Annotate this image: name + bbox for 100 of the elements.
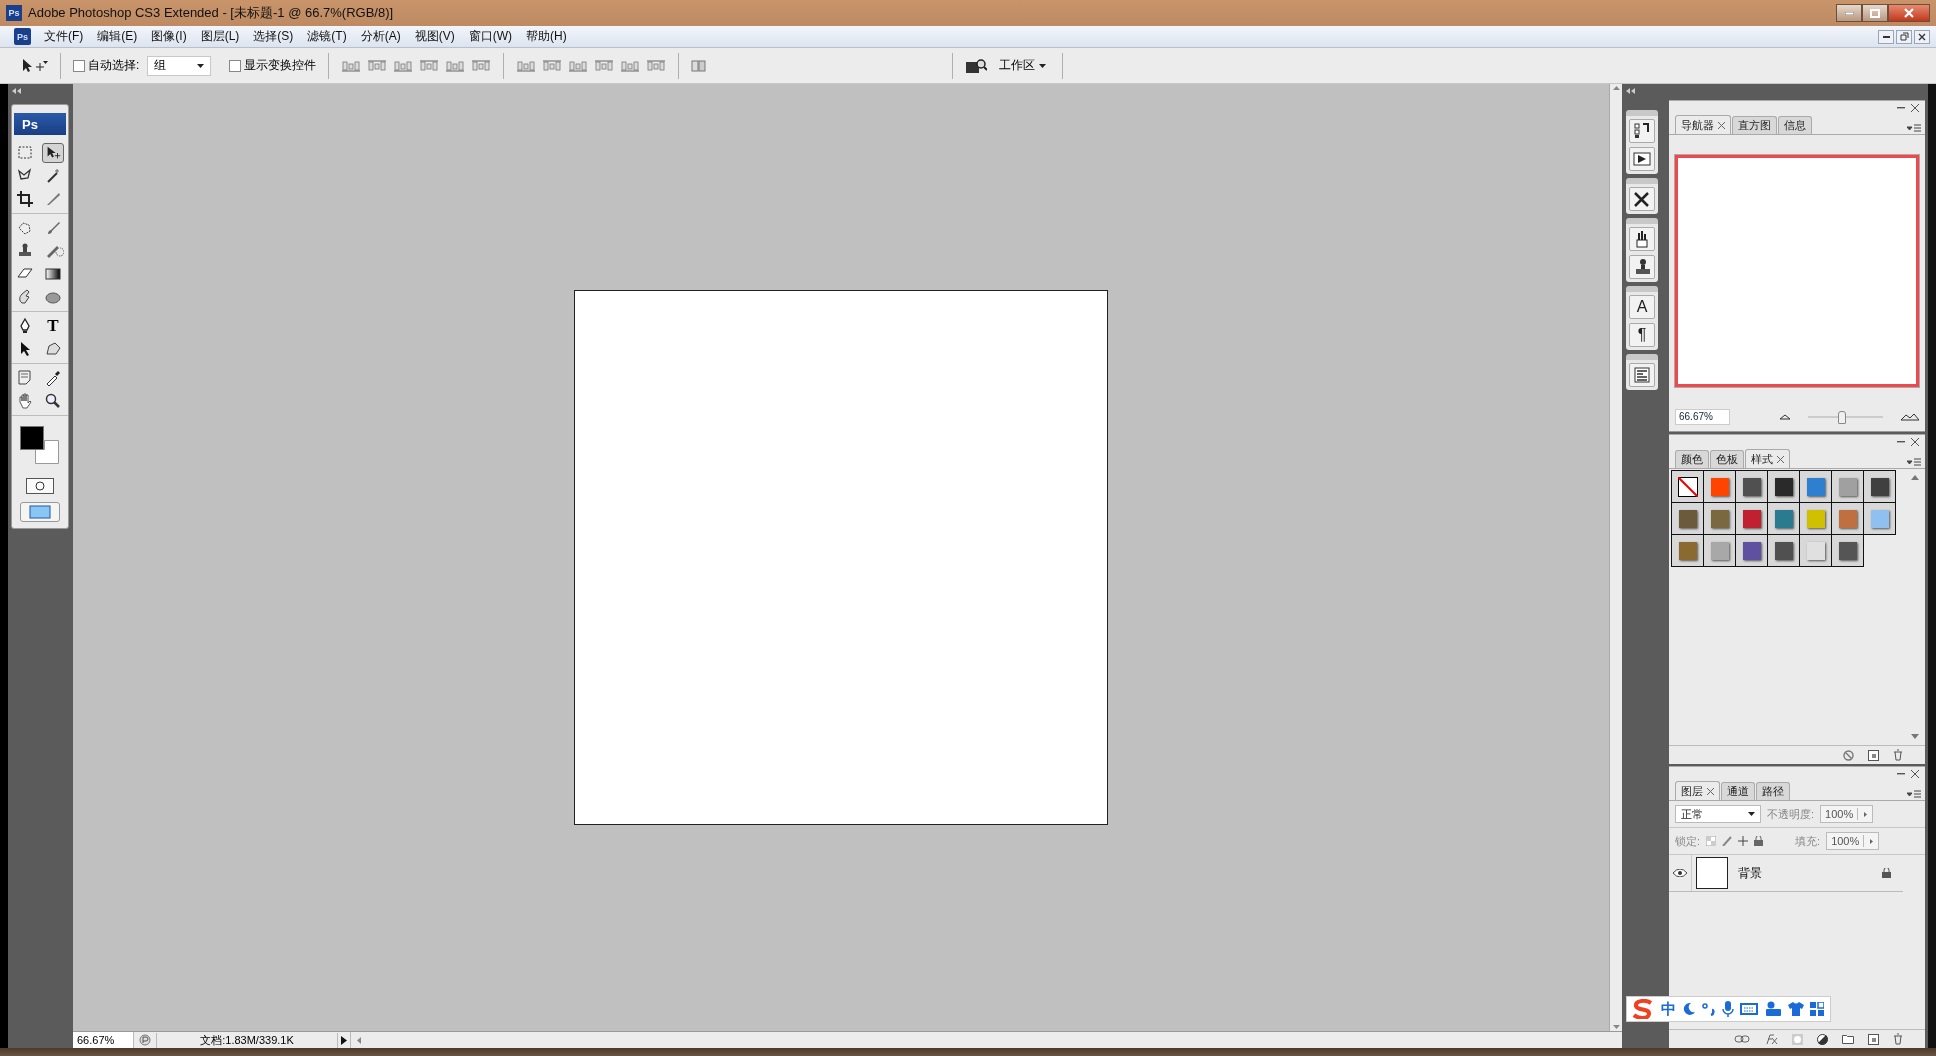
layer-row[interactable]: 背景: [1669, 855, 1903, 892]
input-mode-toggle[interactable]: 中: [1661, 999, 1676, 1019]
new-item-icon[interactable]: [1868, 1033, 1879, 1045]
close-icon[interactable]: [1911, 104, 1919, 112]
align-icon[interactable]: [367, 58, 388, 73]
type-tool[interactable]: T: [42, 316, 64, 336]
close-button[interactable]: [1888, 4, 1930, 22]
menu-item[interactable]: 窗口(W): [461, 28, 519, 45]
tools-panel-button[interactable]: [1629, 187, 1655, 211]
close-icon[interactable]: [1911, 770, 1919, 778]
link-icon[interactable]: [1734, 1035, 1750, 1043]
ime-logo-icon[interactable]: [1631, 999, 1655, 1019]
menu-item[interactable]: 图像(I): [144, 28, 194, 45]
history-panel-button[interactable]: [1629, 119, 1655, 143]
style-swatch[interactable]: [1838, 541, 1857, 560]
style-swatch[interactable]: [1838, 509, 1857, 528]
style-swatch[interactable]: [1742, 541, 1761, 560]
style-swatch[interactable]: [1870, 477, 1889, 496]
style-swatch[interactable]: [1806, 541, 1825, 560]
style-swatch[interactable]: [1774, 541, 1793, 560]
style-swatch[interactable]: [1806, 477, 1825, 496]
play-icon[interactable]: [341, 1035, 347, 1045]
collapse-icon[interactable]: [12, 88, 21, 94]
folder-icon[interactable]: [1842, 1034, 1854, 1044]
align-icon[interactable]: [341, 58, 362, 73]
close-icon[interactable]: [1718, 121, 1725, 129]
scroll-down-icon[interactable]: [1612, 1025, 1620, 1029]
panel-menu-icon[interactable]: [1907, 458, 1921, 467]
menu-item[interactable]: 视图(V): [407, 28, 462, 45]
checkbox[interactable]: [73, 59, 85, 72]
style-swatch[interactable]: [1678, 509, 1697, 528]
blend-mode-dropdown[interactable]: 正常: [1675, 805, 1761, 823]
style-swatch[interactable]: [1678, 541, 1697, 560]
style-swatch[interactable]: [1742, 477, 1761, 496]
fill-field[interactable]: 100%: [1826, 832, 1880, 850]
panel-tab[interactable]: 色板: [1710, 450, 1744, 468]
style-swatch[interactable]: [1710, 509, 1729, 528]
panel-tab[interactable]: 路径: [1756, 782, 1790, 800]
trash-icon[interactable]: [1893, 1033, 1903, 1045]
align-icon[interactable]: [393, 58, 414, 73]
brushes-panel-button[interactable]: [1629, 227, 1655, 251]
grid-icon[interactable]: [1810, 1002, 1824, 1016]
panel-tab[interactable]: 图层: [1675, 781, 1720, 800]
align-icon[interactable]: [646, 58, 667, 73]
keyboard-icon[interactable]: [1740, 1003, 1758, 1015]
adjustment-icon[interactable]: [1817, 1033, 1828, 1045]
align-icon[interactable]: [516, 58, 537, 73]
crop-icon[interactable]: [14, 189, 36, 209]
style-swatch[interactable]: [1774, 477, 1793, 496]
panel-tab[interactable]: 样式: [1745, 449, 1790, 468]
style-swatch[interactable]: [1710, 541, 1729, 560]
user-icon[interactable]: [1764, 1001, 1782, 1017]
opacity-field[interactable]: 100%: [1820, 805, 1874, 823]
eye-icon[interactable]: [1673, 869, 1687, 877]
menu-item[interactable]: 分析(A): [353, 28, 408, 45]
expand-icon[interactable]: [1626, 88, 1635, 94]
close-icon[interactable]: [1911, 438, 1919, 446]
move-tool-icon[interactable]: [22, 58, 48, 73]
effects-icon[interactable]: [1764, 1033, 1778, 1045]
zoom-field[interactable]: 66.67%: [73, 1032, 134, 1048]
move-icon[interactable]: [42, 143, 64, 163]
menu-item[interactable]: 选择(S): [246, 28, 301, 45]
stepper-arrow-icon[interactable]: [1863, 811, 1867, 817]
minimize-button[interactable]: [1836, 4, 1862, 22]
panel-tab[interactable]: 通道: [1721, 782, 1755, 800]
target-dropdown[interactable]: 组: [147, 55, 212, 76]
panel-tab[interactable]: 导航器: [1675, 115, 1731, 134]
status-icon[interactable]: [139, 1034, 151, 1046]
panel-tab[interactable]: 信息: [1778, 116, 1812, 134]
clear-icon[interactable]: [1843, 749, 1854, 761]
scroll-up-icon[interactable]: [1911, 475, 1919, 480]
scroll-left-icon[interactable]: [357, 1036, 361, 1044]
paragraph-panel-button[interactable]: ¶: [1629, 323, 1655, 347]
zoom-field[interactable]: 66.67%: [1675, 409, 1730, 425]
menu-item[interactable]: 滤镜(T): [300, 28, 354, 45]
align-icon[interactable]: [445, 58, 466, 73]
trash-icon[interactable]: [1893, 749, 1903, 761]
scroll-down-icon[interactable]: [1911, 734, 1919, 739]
align-icon[interactable]: [568, 58, 589, 73]
minimize-icon[interactable]: [1897, 441, 1905, 443]
zoom-in-icon[interactable]: [1901, 413, 1919, 421]
scroll-up-icon[interactable]: [1612, 86, 1620, 90]
quick-mask-button[interactable]: [26, 478, 54, 494]
minimize-icon[interactable]: [1897, 107, 1905, 109]
close-icon[interactable]: [1777, 455, 1784, 463]
close-button[interactable]: [1914, 29, 1930, 44]
style-swatch[interactable]: [1774, 509, 1793, 528]
style-swatch[interactable]: [1806, 509, 1825, 528]
panel-menu-icon[interactable]: [1907, 790, 1921, 799]
lock-icon[interactable]: [1754, 836, 1764, 846]
panel-tab[interactable]: 颜色: [1675, 450, 1709, 468]
foreground-color-swatch[interactable]: [20, 426, 44, 450]
zoom-out-icon[interactable]: [1780, 414, 1790, 420]
new-item-icon[interactable]: [1868, 749, 1879, 761]
screen-mode-button[interactable]: [20, 502, 60, 522]
menu-item[interactable]: 图层(L): [193, 28, 247, 45]
no-style-swatch[interactable]: [1677, 476, 1698, 497]
menu-item[interactable]: 文件(F): [37, 28, 91, 45]
minimize-icon[interactable]: [1897, 773, 1905, 775]
panel-menu-icon[interactable]: [1907, 124, 1921, 133]
